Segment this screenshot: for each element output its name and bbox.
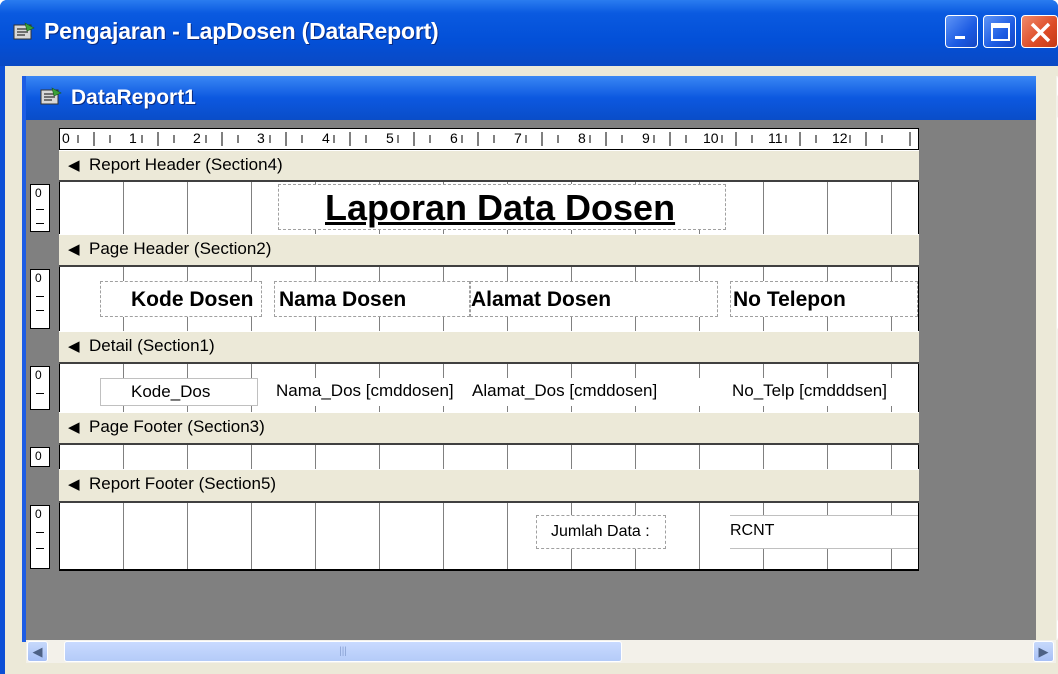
section-arrow-icon: ◀: [68, 476, 80, 493]
field-no-telp[interactable]: No_Telp [cmdddsen]: [730, 378, 918, 406]
ruler-zero: 0: [35, 368, 42, 382]
field-nama-dos[interactable]: Nama_Dos [cmddosen]: [274, 378, 470, 406]
child-title: DataReport1: [71, 86, 196, 109]
main-window: Pengajaran - LapDosen (DataReport) DataR…: [0, 0, 1058, 674]
section-page-footer[interactable]: [59, 445, 919, 469]
maximize-icon: [991, 23, 1010, 41]
header-kode-dosen[interactable]: Kode Dosen: [100, 281, 262, 317]
band-report-footer[interactable]: ◀ Report Footer (Section5): [59, 469, 919, 503]
section-arrow-icon: ◀: [68, 157, 80, 174]
report-title-box[interactable]: Laporan Data Dosen: [278, 184, 726, 230]
report-title-label: Laporan Data Dosen: [325, 187, 676, 228]
section-page-header[interactable]: Kode Dosen Nama Dosen Alamat Dosen No Te…: [59, 267, 919, 331]
close-button[interactable]: [1021, 15, 1058, 48]
datareport-icon: [13, 22, 35, 40]
header-no-telepon[interactable]: No Telepon: [730, 281, 918, 317]
band-label: Report Header (Section4): [89, 155, 283, 174]
header-alamat-dosen[interactable]: Alamat Dosen: [470, 281, 718, 317]
function-rcnt[interactable]: RCNT: [730, 515, 918, 549]
field-kode-dos[interactable]: Kode_Dos: [100, 378, 258, 406]
band-label: Detail (Section1): [89, 336, 215, 355]
minimize-button[interactable]: [945, 15, 978, 48]
child-title-bar[interactable]: DataReport1: [26, 76, 1036, 120]
label-jumlah-data[interactable]: Jumlah Data :: [536, 515, 666, 549]
window-title: Pengajaran - LapDosen (DataReport): [44, 18, 439, 44]
vertical-ruler: 0: [30, 184, 50, 232]
ruler-zero: 0: [35, 271, 42, 285]
vertical-ruler: 0: [30, 447, 50, 467]
band-detail[interactable]: ◀ Detail (Section1): [59, 331, 919, 364]
section-arrow-icon: ◀: [68, 338, 80, 355]
section-detail[interactable]: Kode_Dos Nama_Dos [cmddosen] Alamat_Dos …: [59, 364, 919, 412]
scroll-left-button[interactable]: ◀: [27, 641, 48, 662]
report-designer-canvas[interactable]: 0 1 2 3 4 5 6 7 8 9 10 11 12 ◀ Report He…: [26, 120, 1036, 642]
client-area: DataReport1 0 1 2 3 4 5 6 7 8 9 10 11 12…: [5, 66, 1058, 674]
ruler-ticks: [77, 132, 911, 146]
band-page-footer[interactable]: ◀ Page Footer (Section3): [59, 412, 919, 445]
vertical-ruler: 0: [30, 269, 50, 329]
band-page-header[interactable]: ◀ Page Header (Section2): [59, 234, 919, 267]
band-label: Page Header (Section2): [89, 239, 272, 258]
ruler-zero: 0: [35, 507, 42, 521]
section-arrow-icon: ◀: [68, 419, 80, 436]
vertical-ruler: 0: [30, 366, 50, 410]
datareport-child-window: DataReport1 0 1 2 3 4 5 6 7 8 9 10 11 12…: [22, 76, 1058, 663]
field-alamat-dos[interactable]: Alamat_Dos [cmddosen]: [470, 378, 718, 406]
section-report-footer[interactable]: Jumlah Data : RCNT: [59, 503, 919, 571]
minimize-icon: [955, 36, 965, 39]
horizontal-ruler: 0 1 2 3 4 5 6 7 8 9 10 11 12: [59, 128, 919, 150]
close-icon: [1030, 22, 1051, 43]
ruler-zero: 0: [35, 449, 42, 463]
band-report-header[interactable]: ◀ Report Header (Section4): [59, 150, 919, 182]
horizontal-scroll-thumb[interactable]: |||: [64, 641, 622, 662]
header-nama-dosen[interactable]: Nama Dosen: [274, 281, 470, 317]
horizontal-scrollbar[interactable]: ◀ ||| ▶: [26, 640, 1056, 663]
section-arrow-icon: ◀: [68, 241, 80, 258]
datareport-icon: [40, 87, 62, 105]
vertical-ruler: 0: [30, 505, 50, 569]
ruler-zero: 0: [35, 186, 42, 200]
scroll-right-button[interactable]: ▶: [1033, 641, 1054, 662]
band-label: Page Footer (Section3): [89, 417, 265, 436]
title-bar[interactable]: Pengajaran - LapDosen (DataReport): [0, 0, 1058, 66]
section-report-header[interactable]: Laporan Data Dosen: [59, 182, 919, 234]
maximize-button[interactable]: [983, 15, 1016, 48]
band-label: Report Footer (Section5): [89, 474, 277, 493]
